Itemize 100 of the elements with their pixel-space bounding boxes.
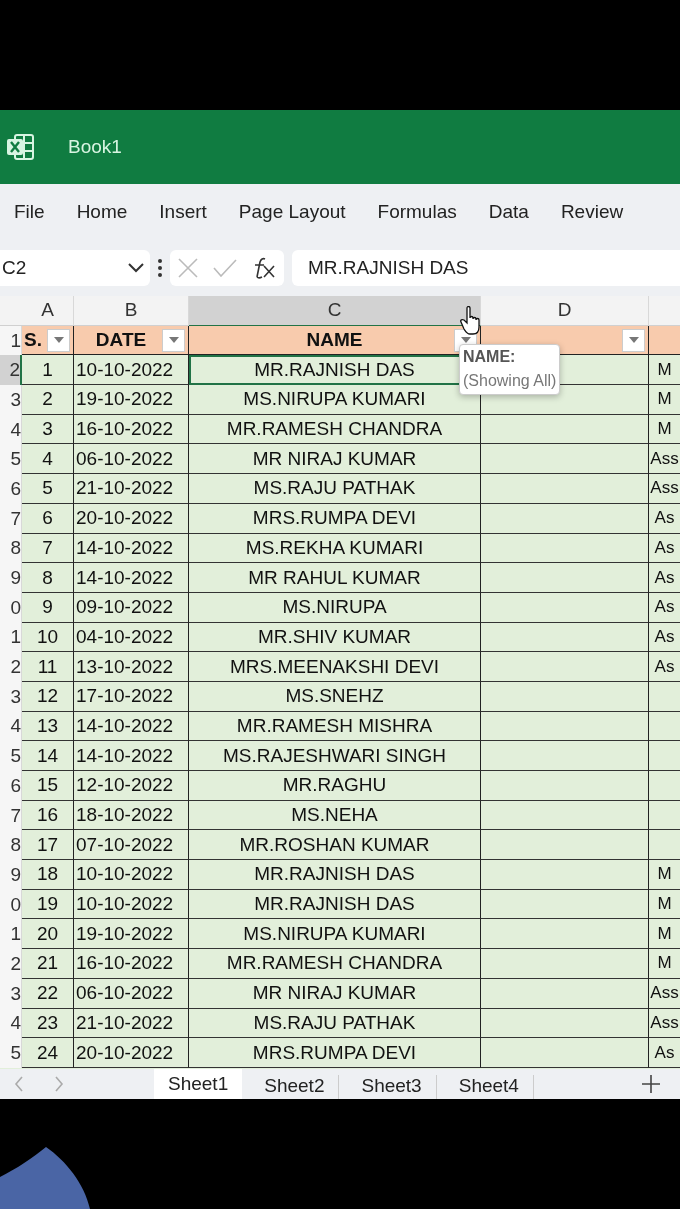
table-cell: 1 [22, 355, 74, 386]
header-text: NAME [306, 329, 363, 352]
filter-button[interactable] [622, 328, 645, 352]
column-header[interactable]: D [481, 296, 649, 326]
row-header[interactable]: 1 [0, 325, 22, 356]
table-cell: 04-10-2022 [74, 622, 189, 653]
table-cell: MR.SHIV KUMAR [189, 622, 481, 653]
table-cell: 16 [22, 800, 74, 831]
column-header[interactable]: A [22, 296, 74, 326]
table-cell: 17-10-2022 [74, 681, 189, 712]
table-cell: 14-10-2022 [74, 711, 189, 742]
row-header[interactable]: 7 [0, 800, 22, 831]
ribbon-tab[interactable]: Data [472, 201, 545, 223]
ribbon-tab[interactable]: Formulas [361, 201, 473, 223]
table-cell: MS.REKHA KUMARI [189, 533, 481, 564]
table-cell: 23 [22, 1008, 74, 1039]
table-cell: MR NIRAJ KUMAR [189, 444, 481, 475]
table-cell: MRS.MEENAKSHI DEVI [189, 652, 481, 682]
add-sheet-button[interactable] [642, 1075, 660, 1093]
row-header[interactable]: 5 [0, 444, 22, 475]
table-cell: MRS.RUMPA DEVI [189, 1038, 481, 1068]
table-cell: MR.RAGHU [189, 771, 481, 801]
ribbon-tab[interactable]: Review [544, 201, 640, 223]
checkmark-icon[interactable] [213, 259, 237, 277]
table-cell: 07-10-2022 [74, 830, 189, 861]
sheet-tab[interactable]: Sheet1 [154, 1069, 243, 1099]
sheet-tab[interactable]: Sheet2 [250, 1075, 340, 1099]
table-cell: 11 [22, 652, 74, 682]
row-header[interactable]: 1 [0, 919, 22, 950]
table-cell: MS.SNEHZ [189, 681, 481, 712]
row-header[interactable]: 3 [0, 681, 22, 712]
table-cell: 16-10-2022 [74, 414, 189, 445]
spreadsheet-app-icon [6, 134, 34, 160]
dropdown-arrow-icon [53, 337, 64, 344]
ribbon-tab[interactable]: Page Layout [222, 201, 362, 223]
column-header[interactable]: B [74, 296, 189, 326]
table-cell: MS.RAJU PATHAK [189, 1008, 481, 1039]
filter-button[interactable] [162, 328, 185, 352]
table-cell: 14-10-2022 [74, 533, 189, 564]
row-header[interactable]: 9 [0, 563, 22, 593]
column-header[interactable]: C [189, 296, 481, 326]
table-cell: 10-10-2022 [74, 860, 189, 890]
table-cell: 14 [22, 741, 74, 771]
row-header[interactable]: 2 [0, 949, 22, 979]
table-cell: 10-10-2022 [74, 355, 189, 386]
table-cell: MS.RAJESHWARI SINGH [189, 741, 481, 771]
ribbon-tab[interactable]: Insert [143, 201, 223, 223]
function-icon[interactable] [252, 257, 277, 279]
table-cell: 13 [22, 711, 74, 742]
table-cell: 21-10-2022 [74, 474, 189, 504]
sheet-tab[interactable]: Sheet4 [444, 1075, 534, 1099]
row-header[interactable]: 8 [0, 830, 22, 861]
row-header[interactable]: 9 [0, 860, 22, 890]
formula-field[interactable]: MR.RAJNISH DAS [292, 250, 680, 286]
ribbon-tab[interactable]: File [0, 201, 61, 223]
name-box[interactable]: C2 [0, 250, 150, 286]
filter-button[interactable] [47, 328, 70, 352]
row-header[interactable]: 6 [0, 771, 22, 801]
row-header[interactable]: 5 [0, 741, 22, 771]
table-cell: 19-10-2022 [74, 385, 189, 415]
ribbon-tab[interactable]: Home [60, 201, 144, 223]
row-header[interactable]: 6 [0, 474, 22, 504]
table-cell: MR.RAJNISH DAS [189, 889, 481, 920]
table-cell: 19 [22, 889, 74, 920]
table-cell: MR.RAMESH MISHRA [189, 711, 481, 742]
table-cell: MRS.RUMPA DEVI [189, 503, 481, 534]
row-header[interactable]: 0 [0, 592, 22, 623]
table-cell: 09-10-2022 [74, 592, 189, 623]
table-cell: 12-10-2022 [74, 771, 189, 801]
table-cell: 14-10-2022 [74, 563, 189, 593]
table-cell: 20 [22, 919, 74, 950]
table-cell: MR.RAMESH CHANDRA [189, 949, 481, 979]
table-cell: 17 [22, 830, 74, 861]
row-header[interactable]: 0 [0, 889, 22, 920]
row-header[interactable]: 2 [0, 355, 22, 386]
row-header[interactable]: 5 [0, 1038, 22, 1068]
table-cell: 19-10-2022 [74, 919, 189, 950]
row-header[interactable]: 4 [0, 414, 22, 445]
row-header[interactable]: 1 [0, 622, 22, 653]
dropdown-arrow-icon [460, 337, 471, 344]
row-header[interactable]: 3 [0, 385, 22, 415]
table-cell: 06-10-2022 [74, 978, 189, 1009]
table-cell: 15 [22, 771, 74, 801]
table-cell: 10-10-2022 [74, 889, 189, 920]
row-header[interactable]: 2 [0, 652, 22, 682]
row-header[interactable]: 4 [0, 711, 22, 742]
table-cell: 06-10-2022 [74, 444, 189, 475]
row-header[interactable]: 8 [0, 533, 22, 564]
table-cell: 6 [22, 503, 74, 534]
table-cell: 18-10-2022 [74, 800, 189, 831]
table-cell: 4 [22, 444, 74, 475]
sheet-tab[interactable]: Sheet3 [347, 1075, 437, 1099]
more-options-icon[interactable] [158, 259, 162, 277]
header-text: S. [24, 329, 42, 352]
row-header[interactable]: 3 [0, 978, 22, 1009]
table-cell: 24 [22, 1038, 74, 1068]
row-header[interactable]: 4 [0, 1008, 22, 1039]
table-cell: 21-10-2022 [74, 1008, 189, 1039]
row-header[interactable]: 7 [0, 503, 22, 534]
table-cell: 21 [22, 949, 74, 979]
